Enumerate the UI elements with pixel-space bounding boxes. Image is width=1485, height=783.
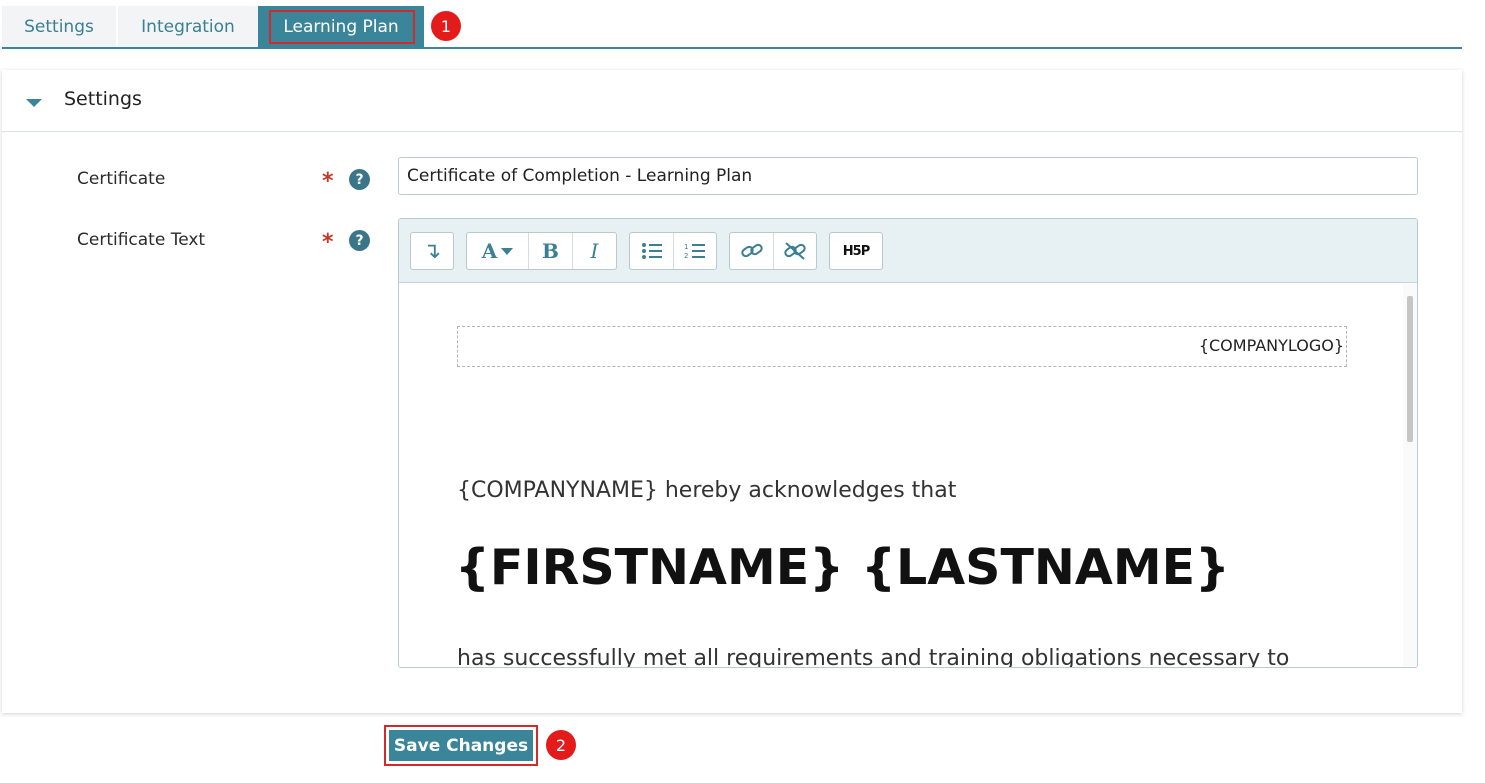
tab-integration[interactable]: Integration: [118, 6, 258, 47]
tab-settings[interactable]: Settings: [2, 6, 116, 47]
recipient-name-text: {FIRSTNAME} {LASTNAME}: [455, 539, 1230, 596]
highlight-box: [269, 10, 415, 44]
page: Settings Integration Learning Plan 1 Set…: [0, 0, 1485, 783]
company-logo-placeholder: {COMPANYLOGO}: [457, 326, 1347, 367]
panel-title: Settings: [64, 88, 142, 110]
help-icon[interactable]: ?: [349, 169, 370, 190]
requirements-text: has successfully met all requirements an…: [457, 646, 1290, 668]
toolbar-group-format: A B I: [466, 232, 617, 270]
editor-scrollbar[interactable]: [1403, 284, 1417, 667]
certificate-input[interactable]: [398, 157, 1418, 195]
font-format-button[interactable]: A: [467, 233, 529, 269]
acknowledgement-text: {COMPANYNAME} hereby acknowledges that: [457, 478, 957, 503]
toolbar-group-lists: 12: [629, 232, 717, 270]
settings-panel: Settings Certificate * ? Certificate Tex…: [2, 70, 1462, 713]
unlink-icon[interactable]: [774, 233, 816, 269]
toolbar-group-links: [729, 232, 817, 270]
tab-learning-plan[interactable]: Learning Plan: [258, 6, 424, 47]
font-icon: A: [481, 239, 498, 263]
chevron-down-icon: [501, 247, 514, 255]
italic-button[interactable]: I: [573, 233, 616, 269]
certificate-label: Certificate: [77, 169, 166, 189]
insert-placeholder-icon[interactable]: ↴: [411, 233, 453, 269]
tab-bar: Settings Integration Learning Plan: [2, 6, 1462, 49]
certificate-text-label: Certificate Text: [77, 230, 206, 250]
h5p-icon[interactable]: H5P: [830, 233, 882, 269]
tab-settings-label: Settings: [24, 16, 94, 37]
editor-content-area[interactable]: {COMPANYLOGO} {COMPANYNAME} hereby ackno…: [399, 284, 1403, 668]
tab-integration-label: Integration: [141, 16, 235, 37]
editor-toolbar: ↴ A B I 12 H5P: [399, 219, 1417, 283]
step-badge-1: 1: [431, 11, 461, 41]
svg-text:1: 1: [684, 243, 688, 251]
bulleted-list-icon[interactable]: [630, 233, 674, 269]
required-asterisk: *: [322, 169, 334, 194]
svg-text:2: 2: [684, 252, 688, 260]
step-badge-2: 2: [546, 730, 576, 760]
bold-button[interactable]: B: [529, 233, 573, 269]
toolbar-group-insert: ↴: [410, 232, 454, 270]
link-icon[interactable]: [730, 233, 774, 269]
required-asterisk: *: [322, 230, 334, 255]
save-changes-button[interactable]: Save Changes: [389, 730, 533, 761]
panel-header[interactable]: Settings: [2, 70, 1462, 132]
help-icon[interactable]: ?: [349, 230, 370, 251]
scrollbar-thumb[interactable]: [1407, 296, 1413, 442]
save-highlight-box: Save Changes: [384, 725, 538, 766]
caret-down-icon[interactable]: [26, 99, 42, 107]
rich-text-editor[interactable]: ↴ A B I 12 H5P {COMPANYLOGO} {COMPANYNAM…: [398, 218, 1418, 668]
toolbar-group-h5p: H5P: [829, 232, 883, 270]
numbered-list-icon[interactable]: 12: [674, 233, 716, 269]
